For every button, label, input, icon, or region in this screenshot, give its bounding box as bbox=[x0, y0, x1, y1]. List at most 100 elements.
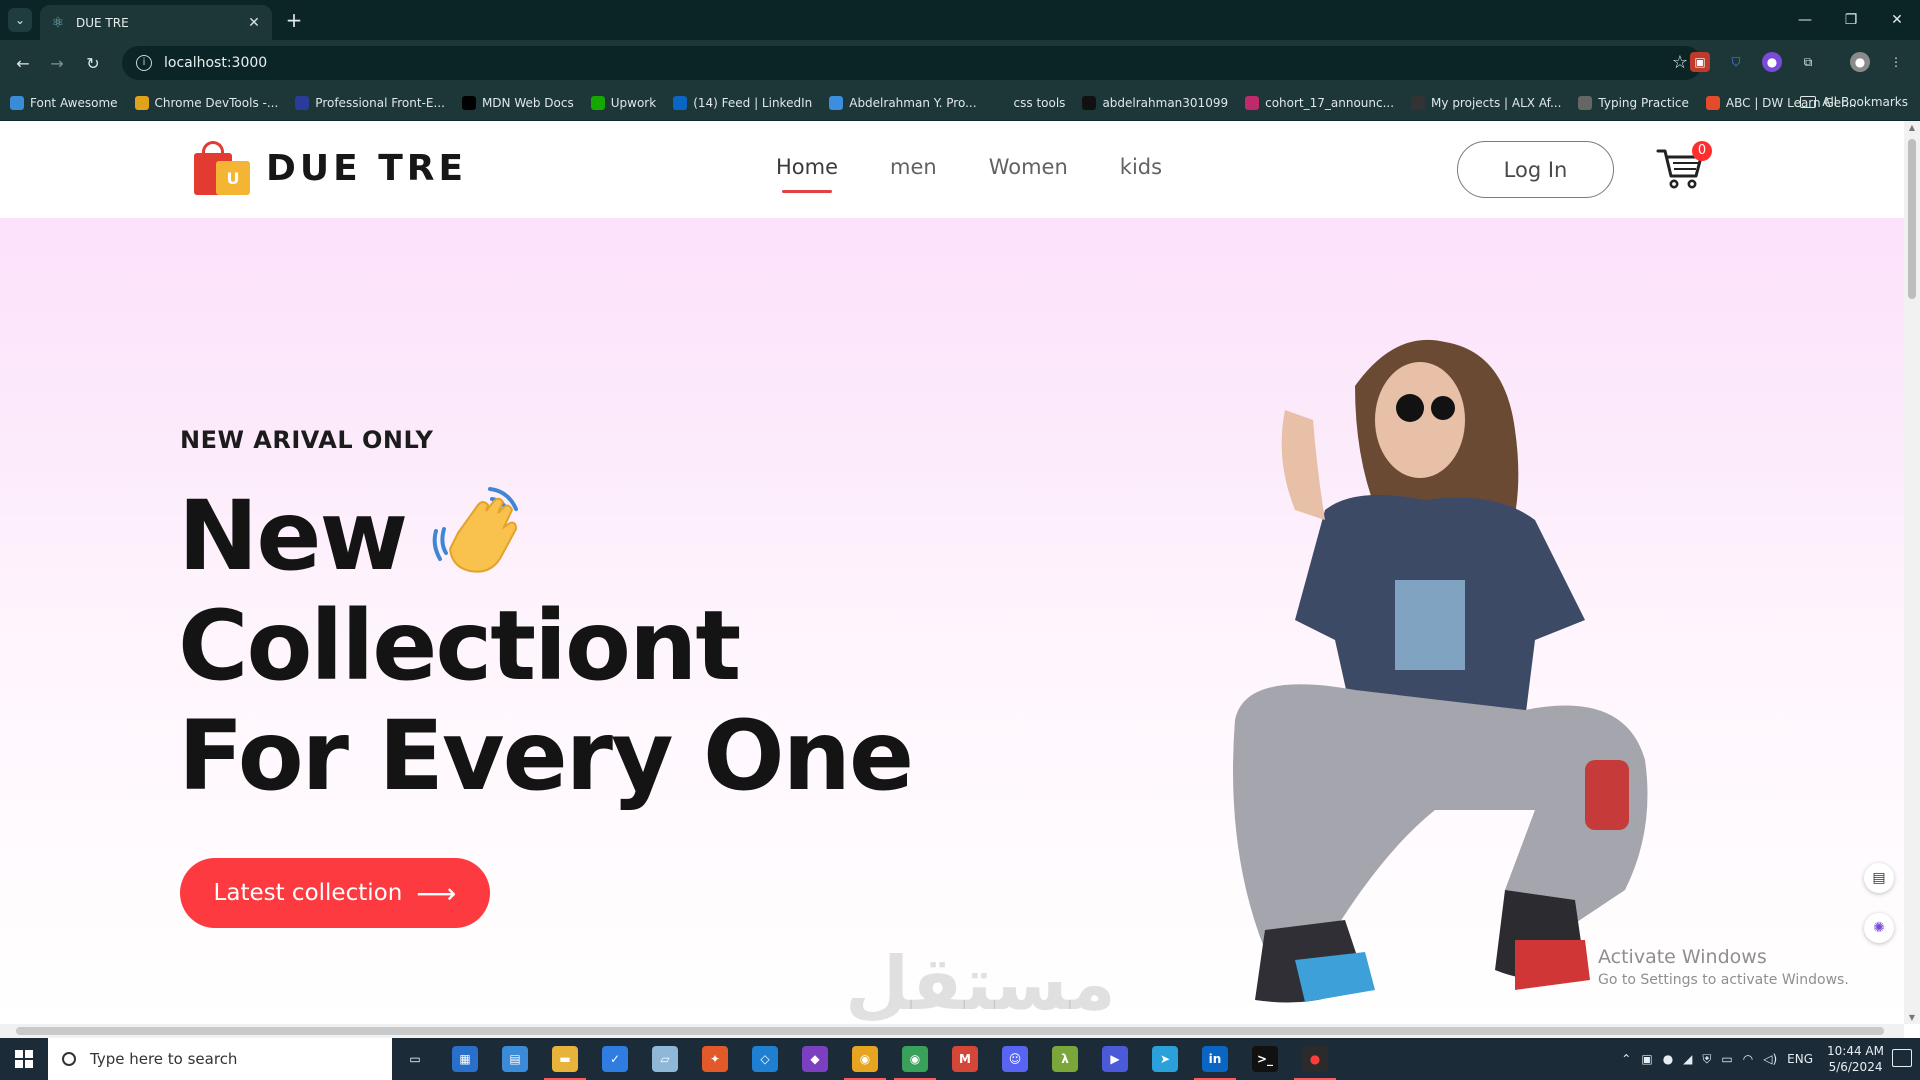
clock-time: 10:44 AM bbox=[1827, 1044, 1884, 1058]
windows-store-icon[interactable]: ▦ bbox=[452, 1046, 478, 1072]
lambda-app-icon[interactable]: λ bbox=[1052, 1046, 1078, 1072]
bookmark-item[interactable]: MDN Web Docs bbox=[461, 95, 574, 110]
profile-avatar-icon[interactable]: ● bbox=[1850, 52, 1870, 72]
extension-red-icon[interactable]: ▣ bbox=[1690, 52, 1710, 72]
scroll-down-icon[interactable]: ▼ bbox=[1907, 1013, 1917, 1022]
chrome-taskbar-icon[interactable]: ◉ bbox=[844, 1046, 886, 1080]
bookmark-item[interactable]: cohort_17_announc... bbox=[1245, 95, 1395, 110]
new-tab-plus-icon[interactable]: + bbox=[282, 8, 306, 32]
ai-assistant-brain-icon[interactable]: ✺ bbox=[1864, 913, 1894, 943]
vscode-icon[interactable]: ◇ bbox=[752, 1046, 778, 1072]
bookmark-label: MDN Web Docs bbox=[481, 95, 574, 110]
address-bar[interactable]: i localhost:3000 ☆ bbox=[122, 46, 1702, 80]
bookmark-item[interactable]: css tools bbox=[993, 95, 1066, 110]
back-arrow-icon[interactable]: ← bbox=[10, 50, 36, 76]
slack-icon bbox=[1245, 95, 1260, 110]
tray-security-icon[interactable]: ⛨ bbox=[1702, 1052, 1711, 1067]
mdn-icon bbox=[461, 95, 476, 110]
mostaql-watermark: مستقل bbox=[845, 941, 1116, 1024]
close-window-icon[interactable]: ✕ bbox=[1874, 0, 1920, 40]
taskbar-search-input[interactable]: Type here to search bbox=[48, 1038, 392, 1080]
site-logo[interactable]: U DUE TRE bbox=[190, 139, 467, 197]
screen-recorder-icon[interactable]: ● bbox=[1294, 1046, 1336, 1080]
discord-icon[interactable]: ☺ bbox=[1002, 1046, 1028, 1072]
bookmark-label: cohort_17_announc... bbox=[1265, 95, 1395, 110]
extensions-puzzle-icon[interactable]: ⧉ bbox=[1798, 52, 1818, 72]
todo-check-icon[interactable]: ✓ bbox=[602, 1046, 628, 1072]
reader-mode-icon[interactable]: ▤ bbox=[1864, 863, 1894, 893]
bookmark-item[interactable]: abdelrahman301099 bbox=[1082, 95, 1228, 110]
nav-kids[interactable]: kids bbox=[1120, 155, 1162, 179]
media-player-icon[interactable]: ▶ bbox=[1102, 1046, 1128, 1072]
vertical-scrollbar[interactable]: ▲ ▼ bbox=[1904, 121, 1920, 1024]
browser-menu-icon[interactable]: ⋮ bbox=[1886, 52, 1906, 72]
file-explorer-icon[interactable]: ▬ bbox=[544, 1046, 586, 1080]
fem-icon bbox=[295, 95, 310, 110]
linkedin-taskbar-icon[interactable]: in bbox=[1194, 1046, 1236, 1080]
task-view-icon[interactable]: ▭ bbox=[402, 1046, 428, 1072]
horizontal-scroll-thumb[interactable] bbox=[16, 1027, 1884, 1035]
tray-clock[interactable]: 10:44 AM 5/6/2024 bbox=[1827, 1043, 1884, 1075]
flag-icon bbox=[10, 95, 24, 110]
bookmark-item[interactable]: My projects | ALX Af... bbox=[1411, 95, 1561, 110]
notifications-icon[interactable] bbox=[1892, 1049, 1912, 1067]
brand-name: DUE TRE bbox=[266, 147, 468, 189]
tray-microphone-icon[interactable]: ● bbox=[1663, 1052, 1673, 1066]
notes-app-icon[interactable]: ▱ bbox=[652, 1046, 678, 1072]
bookmark-item[interactable]: Chrome DevTools -... bbox=[134, 95, 278, 110]
windows-start-button[interactable] bbox=[0, 1038, 48, 1080]
waving-hand-icon bbox=[432, 487, 518, 573]
bookmark-item[interactable]: Abdelrahman Y. Pro... bbox=[829, 95, 977, 110]
browser-toolbar: ← → ↻ i localhost:3000 ☆ ▣ ⛉ ● ⧉ ● ⋮ bbox=[0, 40, 1920, 85]
close-tab-icon[interactable]: ✕ bbox=[246, 15, 262, 31]
tray-language[interactable]: ENG bbox=[1787, 1052, 1813, 1066]
terminal-icon[interactable]: >_ bbox=[1252, 1046, 1278, 1072]
bookmark-label: css tools bbox=[1013, 95, 1066, 110]
gmail-icon[interactable]: M bbox=[952, 1046, 978, 1072]
browser-tab[interactable]: ⚛ DUE TRE ✕ bbox=[40, 5, 272, 40]
bookmark-item[interactable]: Typing Practice bbox=[1578, 95, 1689, 110]
extension-shield-icon[interactable]: ⛉ bbox=[1726, 52, 1746, 72]
chrome-profile-taskbar-icon[interactable]: ◉ bbox=[894, 1046, 936, 1080]
react-favicon-icon: ⚛ bbox=[51, 14, 65, 31]
nav-men[interactable]: men bbox=[890, 155, 937, 179]
latest-collection-button[interactable]: Latest collection ⟶ bbox=[180, 858, 490, 928]
nav-women[interactable]: Women bbox=[989, 155, 1068, 179]
shopping-bag-logo-icon: U bbox=[190, 139, 252, 197]
scroll-up-icon[interactable]: ▲ bbox=[1907, 123, 1917, 132]
site-info-icon[interactable]: i bbox=[136, 55, 152, 71]
postman-icon[interactable]: ✦ bbox=[702, 1046, 728, 1072]
hero-title-line-1: New bbox=[178, 480, 408, 592]
telegram-icon[interactable]: ➤ bbox=[1152, 1046, 1178, 1072]
bookmark-item[interactable]: Font Awesome bbox=[10, 95, 118, 110]
bookmark-item[interactable]: (14) Feed | LinkedIn bbox=[673, 95, 812, 110]
vertical-scroll-thumb[interactable] bbox=[1908, 139, 1916, 299]
bookmark-label: Professional Front-E... bbox=[315, 95, 445, 110]
bookmark-star-icon[interactable]: ☆ bbox=[1672, 52, 1688, 73]
horizontal-scrollbar[interactable] bbox=[0, 1024, 1904, 1038]
bookmark-item[interactable]: Upwork bbox=[590, 95, 656, 110]
tray-chevron-up-icon[interactable]: ⌃ bbox=[1621, 1052, 1631, 1066]
minimize-icon[interactable]: — bbox=[1782, 0, 1828, 40]
nav-home[interactable]: Home bbox=[776, 155, 838, 193]
hero-kicker: NEW ARIVAL ONLY bbox=[180, 426, 434, 454]
calendar-app-icon[interactable]: ▤ bbox=[502, 1046, 528, 1072]
tray-battery-icon[interactable]: ▭ bbox=[1721, 1052, 1732, 1066]
tray-nvidia-icon[interactable]: ◢ bbox=[1683, 1052, 1692, 1066]
forward-arrow-icon[interactable]: → bbox=[44, 50, 70, 76]
bookmark-item[interactable]: Professional Front-E... bbox=[295, 95, 445, 110]
dw-icon bbox=[1705, 95, 1720, 110]
tab-search-chevron-icon[interactable]: ⌄ bbox=[8, 8, 32, 32]
tray-monitor-icon[interactable]: ▣ bbox=[1641, 1052, 1652, 1066]
all-bookmarks-button[interactable]: All Bookmarks bbox=[1800, 95, 1908, 109]
tray-wifi-icon[interactable]: ◠ bbox=[1743, 1052, 1753, 1066]
extension-brain-icon[interactable]: ● bbox=[1762, 52, 1782, 72]
folder-icon bbox=[993, 95, 1008, 110]
tab-title: DUE TRE bbox=[76, 15, 129, 30]
restore-icon[interactable]: ❐ bbox=[1828, 0, 1874, 40]
cart-button[interactable]: 0 bbox=[1656, 141, 1712, 191]
login-button[interactable]: Log In bbox=[1457, 141, 1614, 198]
reload-icon[interactable]: ↻ bbox=[80, 50, 106, 76]
visual-studio-icon[interactable]: ◆ bbox=[802, 1046, 828, 1072]
tray-volume-icon[interactable]: ◁) bbox=[1763, 1052, 1777, 1066]
